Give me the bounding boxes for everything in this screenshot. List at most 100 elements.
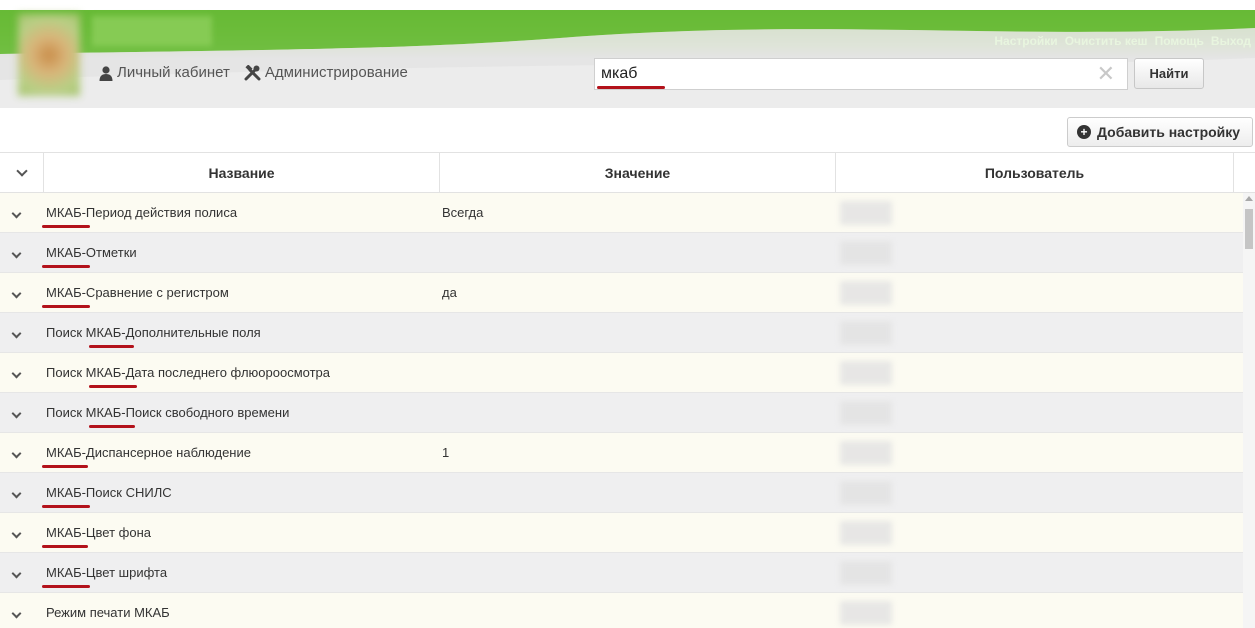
row-expand-toggle[interactable]: [11, 445, 23, 459]
setting-name: Режим печати МКАБ: [46, 605, 170, 620]
setting-name: МКАБ-Период действия полиса: [46, 205, 238, 220]
highlight-underline: [42, 225, 90, 228]
clear-cache-link[interactable]: Очистить кеш: [1065, 34, 1148, 48]
chevron-down-icon: [11, 368, 22, 379]
chevron-down-icon: [11, 448, 22, 459]
settings-table-body: МКАБ-Период действия полиса Всегда МКАБ-…: [0, 193, 1243, 628]
column-header-name[interactable]: Название: [44, 153, 440, 192]
setting-user: [840, 401, 892, 425]
setting-value: да: [442, 285, 457, 300]
row-expand-toggle[interactable]: [11, 405, 23, 419]
setting-name: Поиск МКАБ-Дата последнего флюороосмотра: [46, 365, 331, 380]
chevron-down-icon: [11, 568, 22, 579]
top-links: Настройки Очистить кеш Помощь Выход: [994, 34, 1251, 48]
chevron-down-icon: [11, 408, 22, 419]
setting-user: [840, 281, 892, 305]
setting-user: [840, 241, 892, 265]
setting-user: [840, 561, 892, 585]
search-highlight-underline: [597, 86, 665, 89]
highlight-underline: [89, 425, 135, 428]
chevron-down-icon: [11, 488, 22, 499]
table-row[interactable]: Поиск МКАБ-Дата последнего флюороосмотра: [0, 353, 1243, 393]
row-expand-toggle[interactable]: [11, 565, 23, 579]
setting-name: МКАБ-Отметки: [46, 245, 137, 260]
highlight-underline: [42, 305, 90, 308]
row-expand-toggle[interactable]: [11, 365, 23, 379]
chevron-down-icon: [11, 528, 22, 539]
highlight-underline: [42, 505, 90, 508]
highlight-underline: [42, 545, 88, 548]
settings-link[interactable]: Настройки: [994, 34, 1057, 48]
setting-user: [840, 481, 892, 505]
table-row[interactable]: МКАБ-Отметки: [0, 233, 1243, 273]
scroll-up-arrow-icon[interactable]: [1245, 196, 1253, 201]
vertical-scrollbar[interactable]: [1243, 193, 1255, 628]
chevron-down-icon: [11, 288, 22, 299]
table-row[interactable]: Поиск МКАБ-Поиск свободного времени: [0, 393, 1243, 433]
setting-value: 1: [442, 445, 450, 460]
plus-circle-icon: +: [1077, 125, 1091, 139]
table-row[interactable]: МКАБ-Поиск СНИЛС: [0, 473, 1243, 513]
column-header-user[interactable]: Пользователь: [836, 153, 1234, 192]
main-nav: Личный кабинет Администрирование: [98, 64, 408, 81]
table-row[interactable]: МКАБ-Диспансерное наблюдение 1: [0, 433, 1243, 473]
nav-item-administration[interactable]: Администрирование: [244, 64, 408, 81]
setting-value: Всегда: [442, 205, 484, 220]
table-header: Название Значение Пользователь: [0, 152, 1255, 193]
add-setting-button[interactable]: + Добавить настройку: [1067, 117, 1253, 147]
setting-name: МКАБ-Сравнение с регистром: [46, 285, 229, 300]
table-row[interactable]: Режим печати МКАБ: [0, 593, 1243, 628]
table-row[interactable]: МКАБ-Период действия полиса Всегда: [0, 193, 1243, 233]
table-row[interactable]: МКАБ-Цвет шрифта: [0, 553, 1243, 593]
setting-user: [840, 201, 892, 225]
setting-name: МКАБ-Диспансерное наблюдение: [46, 445, 251, 460]
search-input[interactable]: [595, 59, 1085, 89]
highlight-underline: [42, 585, 90, 588]
setting-user: [840, 321, 892, 345]
clear-icon[interactable]: ✕: [1097, 63, 1115, 85]
user-icon: [99, 65, 113, 81]
help-link[interactable]: Помощь: [1155, 34, 1204, 48]
chevron-down-icon: [15, 164, 28, 177]
column-header-value[interactable]: Значение: [440, 153, 836, 192]
expand-all-toggle[interactable]: [0, 153, 44, 192]
table-row[interactable]: МКАБ-Сравнение с регистром да: [0, 273, 1243, 313]
table-row[interactable]: Поиск МКАБ-Дополнительные поля: [0, 313, 1243, 353]
setting-user: [840, 441, 892, 465]
row-expand-toggle[interactable]: [11, 485, 23, 499]
search-button[interactable]: Найти: [1134, 58, 1204, 89]
setting-user: [840, 601, 892, 625]
avatar[interactable]: [18, 14, 80, 96]
logo-area: [92, 16, 212, 46]
setting-user: [840, 521, 892, 545]
nav-label-administration: Администрирование: [264, 64, 408, 81]
row-expand-toggle[interactable]: [11, 605, 23, 619]
highlight-underline: [42, 265, 90, 268]
setting-name: МКАБ-Цвет фона: [46, 525, 152, 540]
row-expand-toggle[interactable]: [11, 525, 23, 539]
nav-item-personal-cabinet[interactable]: Личный кабинет: [98, 64, 230, 81]
row-expand-toggle[interactable]: [11, 205, 23, 219]
setting-user: [840, 361, 892, 385]
chevron-down-icon: [11, 328, 22, 339]
search-box: ✕: [594, 58, 1128, 90]
setting-name: МКАБ-Поиск СНИЛС: [46, 485, 172, 500]
highlight-underline: [89, 385, 137, 388]
setting-name: МКАБ-Цвет шрифта: [46, 565, 168, 580]
scrollbar-thumb[interactable]: [1245, 209, 1253, 249]
row-expand-toggle[interactable]: [11, 245, 23, 259]
table-row[interactable]: МКАБ-Цвет фона: [0, 513, 1243, 553]
highlight-underline: [42, 465, 88, 468]
logout-link[interactable]: Выход: [1211, 34, 1251, 48]
setting-name: Поиск МКАБ-Поиск свободного времени: [46, 405, 290, 420]
row-expand-toggle[interactable]: [11, 285, 23, 299]
nav-label-personal-cabinet: Личный кабинет: [117, 64, 230, 81]
highlight-underline: [89, 345, 134, 348]
chevron-down-icon: [11, 248, 22, 259]
row-expand-toggle[interactable]: [11, 325, 23, 339]
tools-icon: [244, 64, 261, 80]
app-header: Настройки Очистить кеш Помощь Выход Личн…: [0, 0, 1255, 108]
chevron-down-icon: [11, 208, 22, 219]
add-setting-label: Добавить настройку: [1097, 124, 1241, 140]
chevron-down-icon: [11, 608, 22, 619]
